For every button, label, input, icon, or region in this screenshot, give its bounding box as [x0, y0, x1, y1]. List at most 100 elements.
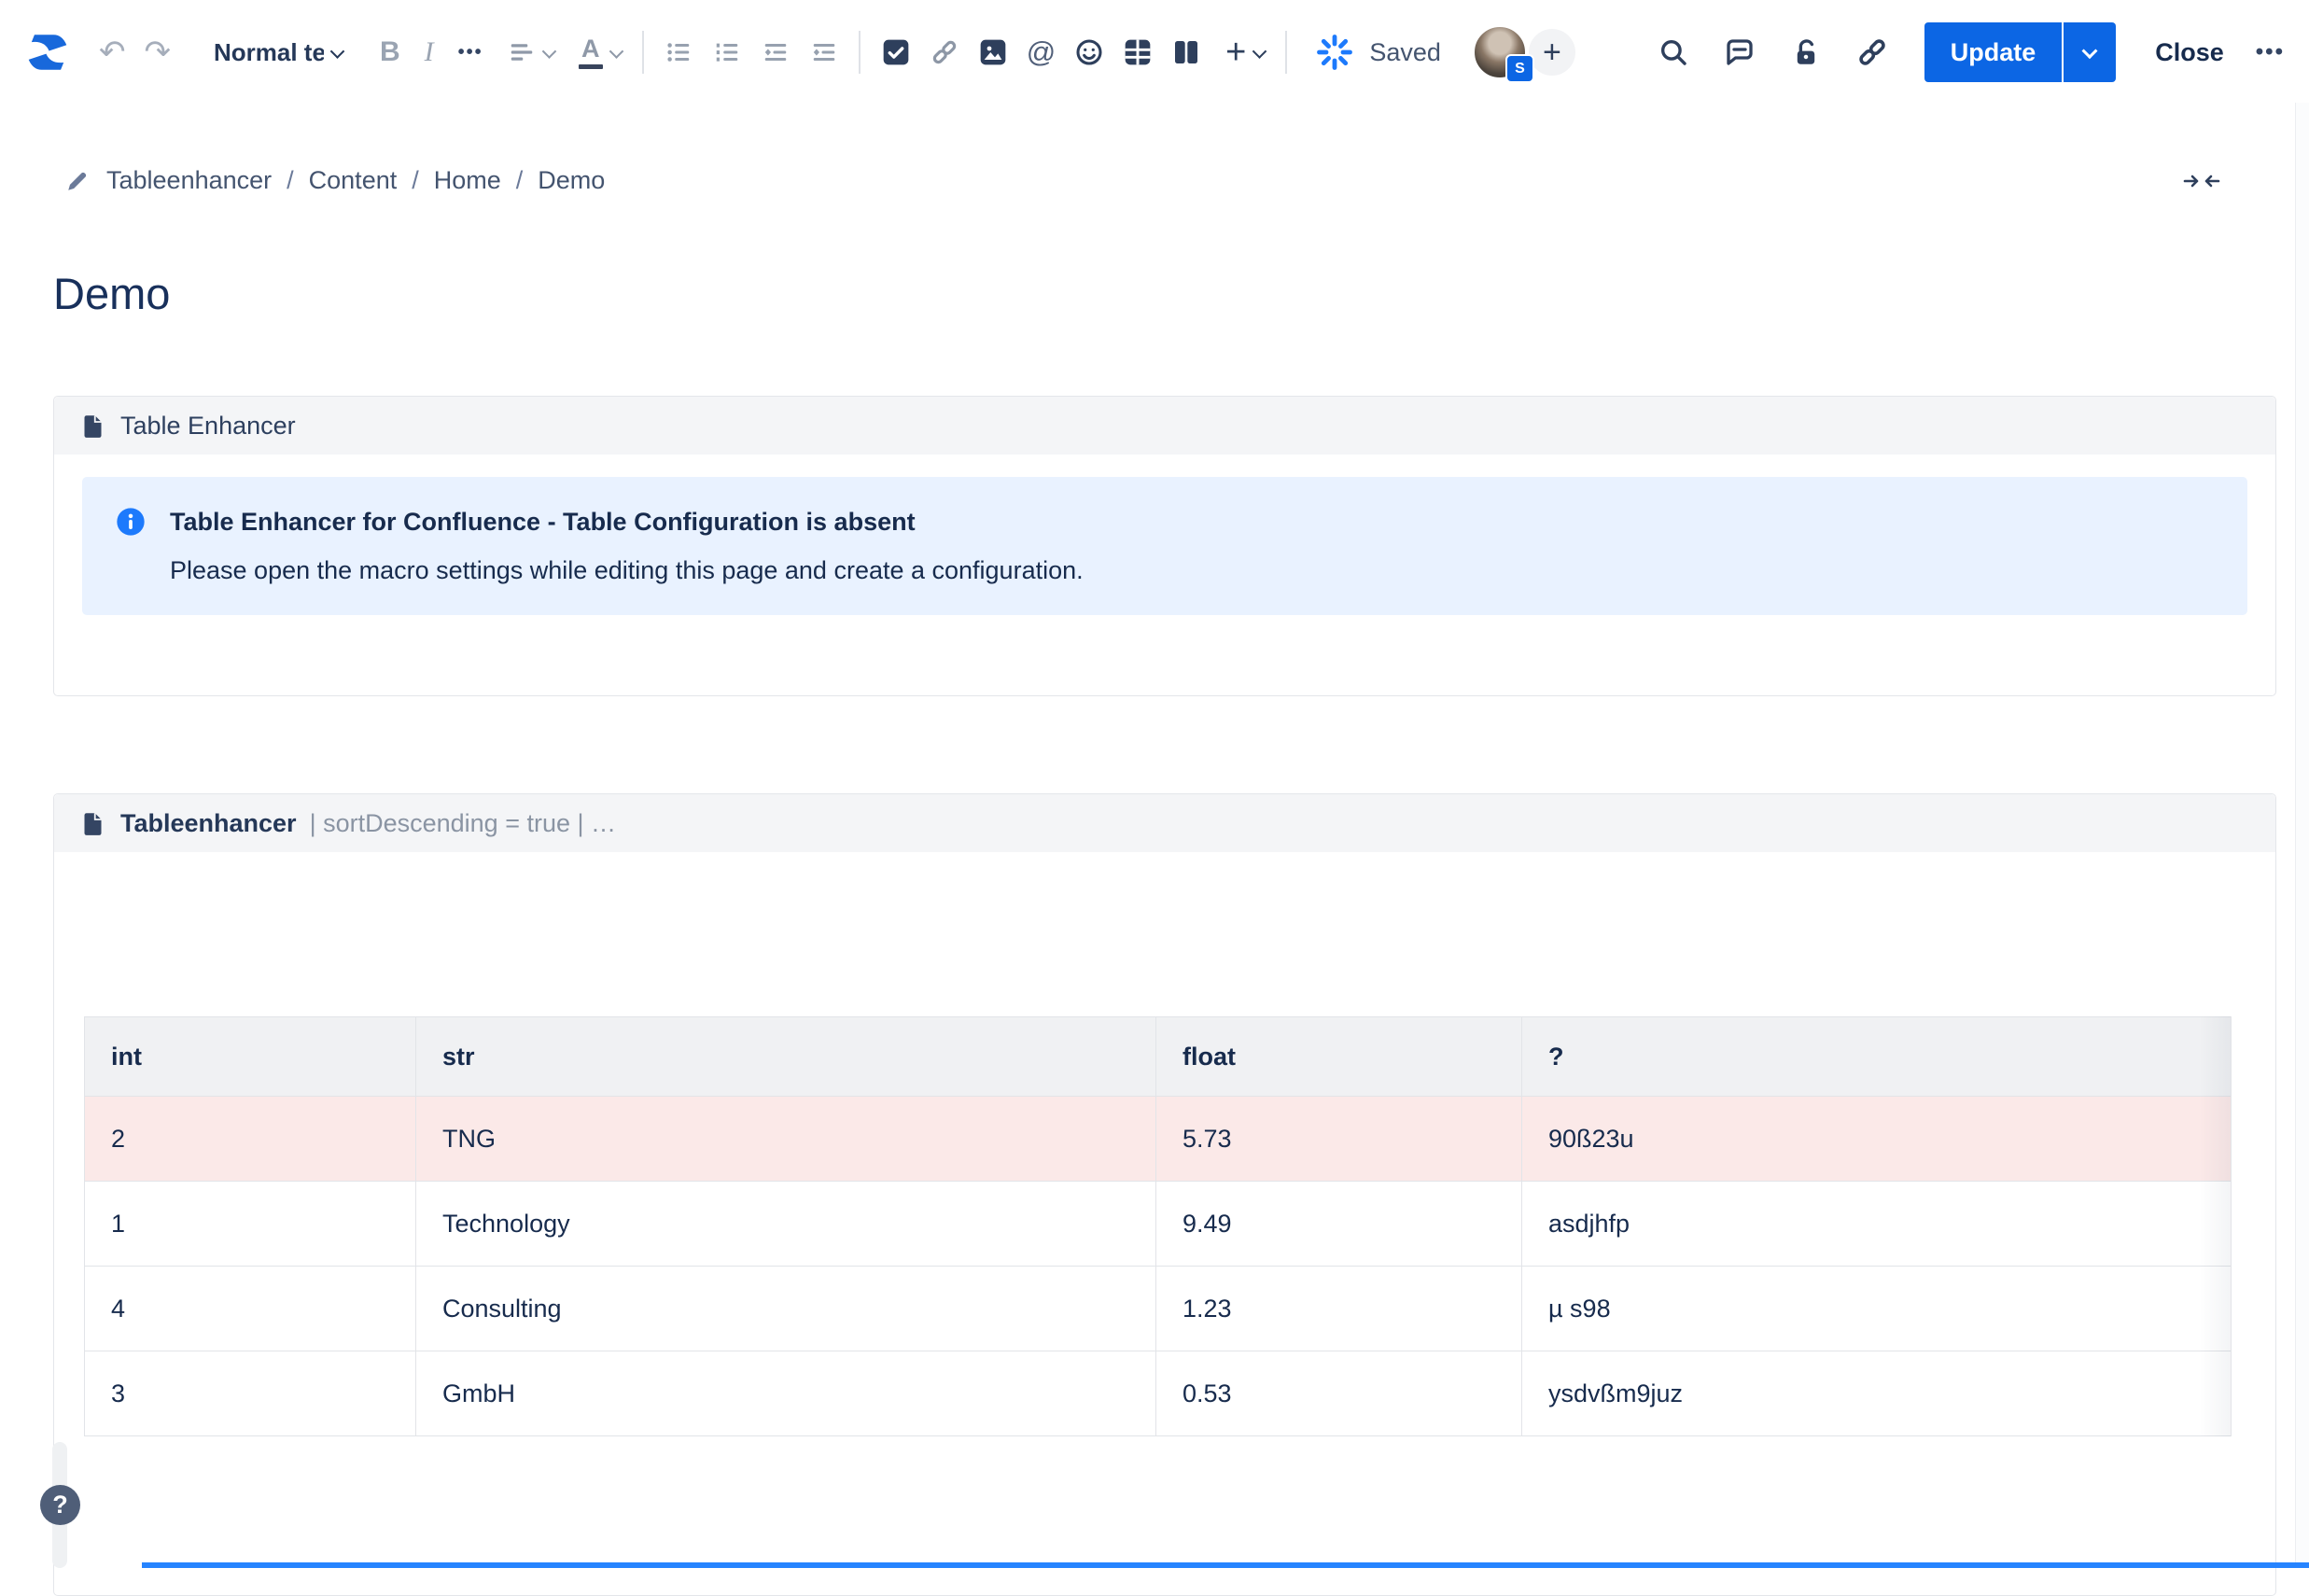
breadcrumb-item[interactable]: Content: [309, 166, 398, 195]
document-icon: [80, 413, 105, 439]
checkbox-icon: [881, 37, 911, 67]
bold-button[interactable]: B: [380, 36, 400, 68]
more-actions-button[interactable]: •••: [2256, 39, 2285, 65]
page-title[interactable]: Demo: [53, 268, 2309, 319]
macro-name: Table Enhancer: [120, 412, 296, 441]
outdent-icon: [762, 38, 790, 66]
confluence-logo[interactable]: [24, 29, 71, 76]
saving-spinner-icon: [1315, 33, 1354, 72]
table-cell: GmbH: [416, 1351, 1156, 1436]
update-button[interactable]: Update: [1924, 22, 2063, 82]
indent-button[interactable]: [810, 38, 838, 66]
table-row: 4Consulting1.23µ s98: [85, 1267, 2232, 1351]
more-formatting-button[interactable]: •••: [458, 42, 483, 63]
layouts-button[interactable]: [1171, 37, 1201, 67]
collapse-width-button[interactable]: [2183, 171, 2220, 191]
columns-layout-icon: [1171, 37, 1201, 67]
mention-button[interactable]: @: [1027, 35, 1056, 69]
bullet-list-button[interactable]: [665, 38, 693, 66]
avatar-status-badge: S: [1505, 54, 1534, 83]
table-cell: 4: [85, 1267, 416, 1351]
insert-image-button[interactable]: [978, 37, 1008, 67]
update-split-button: Update: [1924, 22, 2117, 82]
data-table: intstrfloat? 2TNG5.7390ß23u1Technology9.…: [84, 1016, 2232, 1436]
breadcrumb-row: Tableenhancer/Content/Home/Demo: [65, 166, 2256, 195]
breadcrumb-separator: /: [516, 166, 524, 195]
text-style-dropdown[interactable]: Normal text: [214, 38, 343, 67]
bullet-list-icon: [665, 38, 693, 66]
restrictions-button[interactable]: [1790, 36, 1822, 68]
emoji-button[interactable]: [1074, 37, 1104, 67]
chevron-down-icon: [1252, 44, 1267, 59]
breadcrumb-item[interactable]: Demo: [538, 166, 605, 195]
macro-table-enhancer[interactable]: Table Enhancer Table Enhancer for Conflu…: [53, 396, 2276, 696]
macro-header[interactable]: Table Enhancer: [54, 397, 2275, 455]
table-cell: 2: [85, 1097, 416, 1182]
saved-status: Saved: [1369, 38, 1441, 67]
page-scrollbar[interactable]: [2295, 103, 2309, 1568]
breadcrumb-item[interactable]: Tableenhancer: [106, 166, 272, 195]
chevron-down-icon: [330, 44, 345, 59]
table-cell: 9.49: [1156, 1182, 1522, 1267]
column-header[interactable]: int: [85, 1017, 416, 1097]
update-options-button[interactable]: [2064, 22, 2116, 82]
align-text-icon: [508, 38, 536, 66]
user-avatar[interactable]: S: [1473, 25, 1527, 79]
toolbar-divider: [1285, 31, 1287, 74]
breadcrumb-item[interactable]: Home: [434, 166, 501, 195]
editor-toolbar: ↶ ↷ Normal text B I ••• A: [0, 0, 2309, 105]
share-link-icon: [1855, 35, 1889, 69]
italic-button[interactable]: I: [425, 36, 434, 68]
macro-body: intstrfloat? 2TNG5.7390ß23u1Technology9.…: [54, 852, 2275, 1436]
table-cell: 1: [85, 1182, 416, 1267]
table-cell: 3: [85, 1351, 416, 1436]
search-button[interactable]: [1658, 36, 1689, 68]
table-row: 2TNG5.7390ß23u: [85, 1097, 2232, 1182]
indent-icon: [810, 38, 838, 66]
emoji-icon: [1074, 37, 1104, 67]
numbered-list-button[interactable]: [713, 38, 741, 66]
chevron-down-icon: [609, 44, 623, 59]
plus-icon: +: [1225, 35, 1246, 70]
table-cell: asdjhfp: [1522, 1182, 2232, 1267]
insert-link-button[interactable]: [930, 37, 959, 67]
document-icon: [80, 811, 105, 836]
column-header[interactable]: float: [1156, 1017, 1522, 1097]
comments-button[interactable]: [1723, 35, 1756, 69]
link-icon: [930, 37, 959, 67]
table-cell: 1.23: [1156, 1267, 1522, 1351]
breadcrumb-separator: /: [412, 166, 419, 195]
unlock-icon: [1790, 36, 1822, 68]
column-header[interactable]: ?: [1522, 1017, 2232, 1097]
table-cell: µ s98: [1522, 1267, 2232, 1351]
macro-body: Table Enhancer for Confluence - Table Co…: [54, 455, 2275, 695]
table-cell: Technology: [416, 1182, 1156, 1267]
table-row: 1Technology9.49asdjhfp: [85, 1182, 2232, 1267]
redo-button[interactable]: ↷: [145, 34, 172, 71]
macro-header[interactable]: Tableenhancer | sortDescending = true | …: [54, 794, 2275, 852]
search-icon: [1658, 36, 1689, 68]
numbered-list-icon: [713, 38, 741, 66]
text-color-icon: A: [579, 36, 603, 69]
undo-button[interactable]: ↶: [99, 34, 126, 71]
collapse-arrows-icon: [2183, 171, 2220, 191]
insert-table-button[interactable]: [1123, 37, 1153, 67]
table-cell: 0.53: [1156, 1351, 1522, 1436]
close-button[interactable]: Close: [2155, 38, 2224, 67]
macro-name: Tableenhancer: [120, 809, 297, 838]
help-button[interactable]: ?: [40, 1485, 80, 1525]
outdent-button[interactable]: [762, 38, 790, 66]
task-list-button[interactable]: [881, 37, 911, 67]
alignment-dropdown[interactable]: [508, 38, 554, 66]
info-panel-body: Please open the macro settings while edi…: [170, 553, 1084, 587]
macro-tableenhancer[interactable]: Tableenhancer | sortDescending = true | …: [53, 793, 2276, 1596]
edit-pencil-icon: [65, 169, 90, 193]
copy-link-button[interactable]: [1855, 35, 1889, 69]
breadcrumb: Tableenhancer/Content/Home/Demo: [106, 166, 605, 195]
table-cell: 90ß23u: [1522, 1097, 2232, 1182]
info-panel-title: Table Enhancer for Confluence - Table Co…: [170, 505, 1084, 539]
add-collaborator-button[interactable]: +: [1529, 29, 1575, 76]
column-header[interactable]: str: [416, 1017, 1156, 1097]
insert-more-dropdown[interactable]: +: [1220, 35, 1265, 70]
text-color-dropdown[interactable]: A: [579, 36, 622, 69]
